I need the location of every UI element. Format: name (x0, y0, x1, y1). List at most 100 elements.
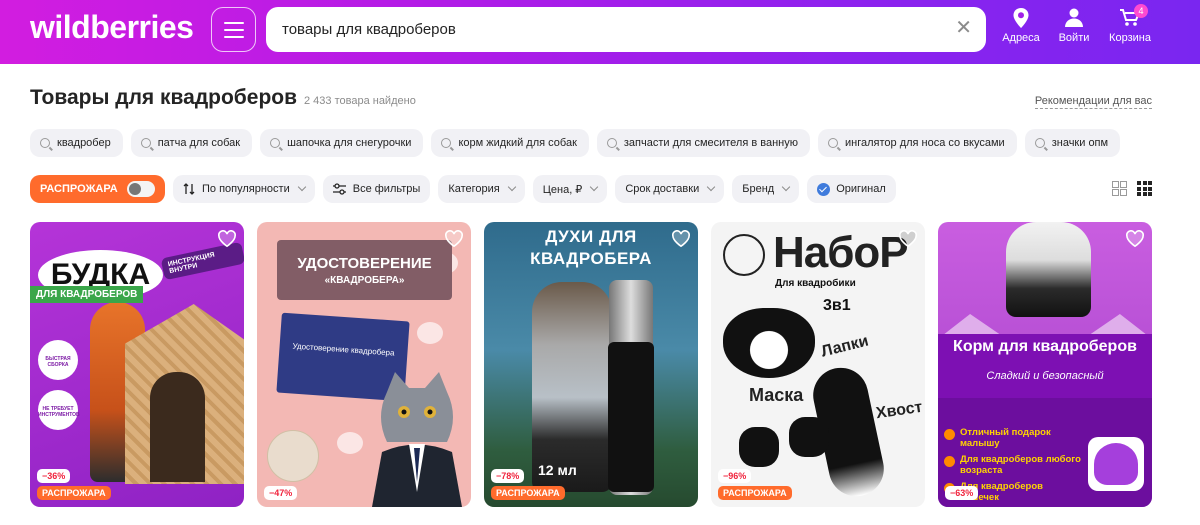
sort-dropdown[interactable]: По популярности (173, 175, 315, 203)
paw-decoration (417, 322, 443, 344)
suggestion-chip[interactable]: шапочка для снегурочки (260, 129, 424, 157)
bullet-text: Для квадроберов любого возраста (960, 454, 1081, 476)
top-header: wildberries товары для квадроберов ✕ Адр… (0, 0, 1200, 64)
price-label: Цена, ₽ (542, 183, 583, 196)
product-photo (789, 417, 829, 457)
paw-decoration (337, 432, 363, 454)
all-filters-label: Все фильтры (352, 183, 421, 195)
product-card[interactable]: УДОСТОВЕРЕНИЕ «КВАДРОБЕРА» Удостоверение… (257, 222, 471, 507)
grid-view-large-icon[interactable] (1112, 181, 1127, 196)
product-card[interactable]: БУДКА ДЛЯ КВАДРОБЕРОВ ИНСТРУКЦИЯ ВНУТРИ … (30, 222, 244, 507)
price-dropdown[interactable]: Цена, ₽ (532, 175, 608, 203)
product-photo (608, 342, 654, 492)
sale-filter-toggle[interactable]: РАСПРОЖАРА (30, 175, 165, 203)
product-photo (532, 282, 612, 492)
category-label: Категория (448, 183, 500, 195)
addresses-label: Адреса (1002, 32, 1040, 44)
discount-badge: −36% (37, 469, 71, 483)
menu-icon-bar (223, 28, 244, 31)
product-image-title: УДОСТОВЕРЕНИЕ (297, 255, 432, 272)
sort-icon (183, 183, 195, 195)
discount-badge: −96% (718, 469, 752, 483)
suggestion-chip[interactable]: ингалятор для носа со вкусами (818, 129, 1017, 157)
brand-dropdown[interactable]: Бренд (732, 175, 800, 203)
verified-check-icon (817, 182, 831, 196)
search-icon (828, 138, 839, 148)
menu-icon-bar (223, 35, 244, 38)
page-title: Товары для квадроберов (30, 86, 298, 109)
favorite-heart-icon[interactable] (899, 230, 917, 248)
product-card[interactable]: НабоР Для квадробики 3в1 Лапки Маска Хво… (711, 222, 925, 507)
category-dropdown[interactable]: Категория (438, 175, 525, 203)
product-photo (372, 372, 462, 507)
suggestion-label: шапочка для снегурочки (287, 137, 412, 149)
suggestion-chips: квадробер патча для собак шапочка для сн… (30, 129, 1121, 157)
suggestion-chip[interactable]: патча для собак (130, 129, 253, 157)
product-image-tail: Хвост (874, 398, 924, 423)
search-icon (140, 138, 151, 148)
search-icon (441, 138, 452, 148)
favorite-heart-icon[interactable] (1126, 230, 1144, 248)
login-button[interactable]: Войти (1044, 8, 1104, 44)
product-image-subtitle: Сладкий и безопасный (986, 370, 1104, 382)
product-photo (739, 427, 779, 467)
product-image-title: НабоР (773, 228, 909, 277)
product-photo (723, 308, 815, 378)
sale-filter-label: РАСПРОЖАРА (40, 183, 118, 195)
search-icon (270, 138, 281, 148)
delivery-dropdown[interactable]: Срок доставки (615, 175, 725, 203)
search-icon (606, 138, 617, 148)
product-image-title: Корм для квадроберов (953, 338, 1137, 355)
suggestion-chip[interactable]: квадробер (30, 129, 123, 157)
search-input[interactable]: товары для квадроберов ✕ (266, 7, 986, 52)
favorite-heart-icon[interactable] (218, 230, 236, 248)
recommendations-link[interactable]: Рекомендации для вас (1034, 95, 1152, 109)
grid-view-small-icon[interactable] (1137, 181, 1152, 196)
product-image-bullet: Для квадроберов любого возраста (944, 454, 1084, 476)
clear-search-icon[interactable]: ✕ (955, 18, 972, 38)
favorite-heart-icon[interactable] (445, 230, 463, 248)
menu-icon-bar (223, 21, 244, 24)
cart-count-badge: 4 (1134, 4, 1148, 18)
search-query[interactable]: товары для квадроберов (282, 21, 456, 38)
wildberries-logo[interactable]: wildberries (30, 9, 194, 46)
paw-print-icon (1088, 437, 1144, 491)
product-image-volume: 12 мл (538, 462, 577, 478)
product-card[interactable]: ДУХИ ДЛЯ КВАДРОБЕРА 12 мл −78% РАСПРОЖАР… (484, 222, 698, 507)
toggle-switch[interactable] (127, 181, 155, 197)
sale-badge: РАСПРОЖАРА (37, 486, 111, 500)
login-label: Войти (1058, 32, 1090, 44)
product-image-seal (267, 430, 319, 482)
user-icon (1065, 8, 1083, 27)
product-photo (150, 372, 205, 482)
sale-badge: РАСПРОЖАРА (718, 486, 792, 500)
suggestion-chip[interactable]: запчасти для смесителя в ванную (596, 129, 811, 157)
compass-decoration (723, 234, 765, 276)
product-image-bullet: Отличный подарок малышу (944, 427, 1084, 449)
bullet-text: Отличный подарок малышу (960, 427, 1051, 449)
product-card[interactable]: Корм для квадроберов Сладкий и безопасны… (938, 222, 1152, 507)
discount-badge: −78% (491, 469, 525, 483)
product-image-subtitle: ДЛЯ КВАДРОБЕРОВ (30, 286, 144, 303)
product-image-feature: НЕ ТРЕБУЕТ ИНСТРУМЕНТОВ (38, 390, 80, 430)
suggestion-chip[interactable]: значки опм (1024, 129, 1121, 157)
suggestion-chip[interactable]: корм жидкий для собак (431, 129, 589, 157)
delivery-label: Срок доставки (625, 183, 700, 195)
menu-button[interactable] (211, 7, 256, 52)
chevron-down-icon (706, 182, 716, 192)
brand-label: Бренд (742, 183, 775, 195)
sale-badge: РАСПРОЖАРА (491, 486, 565, 500)
chevron-down-icon (781, 182, 791, 192)
favorite-heart-icon[interactable] (672, 230, 690, 248)
product-image-subtitle: Для квадробики (775, 278, 856, 289)
suggestion-label: квадробер (57, 137, 111, 149)
addresses-button[interactable]: Адреса (991, 8, 1051, 44)
product-image-set: 3в1 (823, 297, 851, 314)
suggestion-label: ингалятор для носа со вкусами (845, 137, 1005, 149)
cart-button[interactable]: 4 Корзина (1100, 4, 1160, 44)
original-filter[interactable]: Оригинал (807, 175, 896, 203)
cart-label: Корзина (1109, 32, 1151, 44)
all-filters-button[interactable]: Все фильтры (322, 175, 431, 203)
chevron-down-icon (507, 182, 516, 192)
filter-sliders-icon (332, 183, 346, 195)
